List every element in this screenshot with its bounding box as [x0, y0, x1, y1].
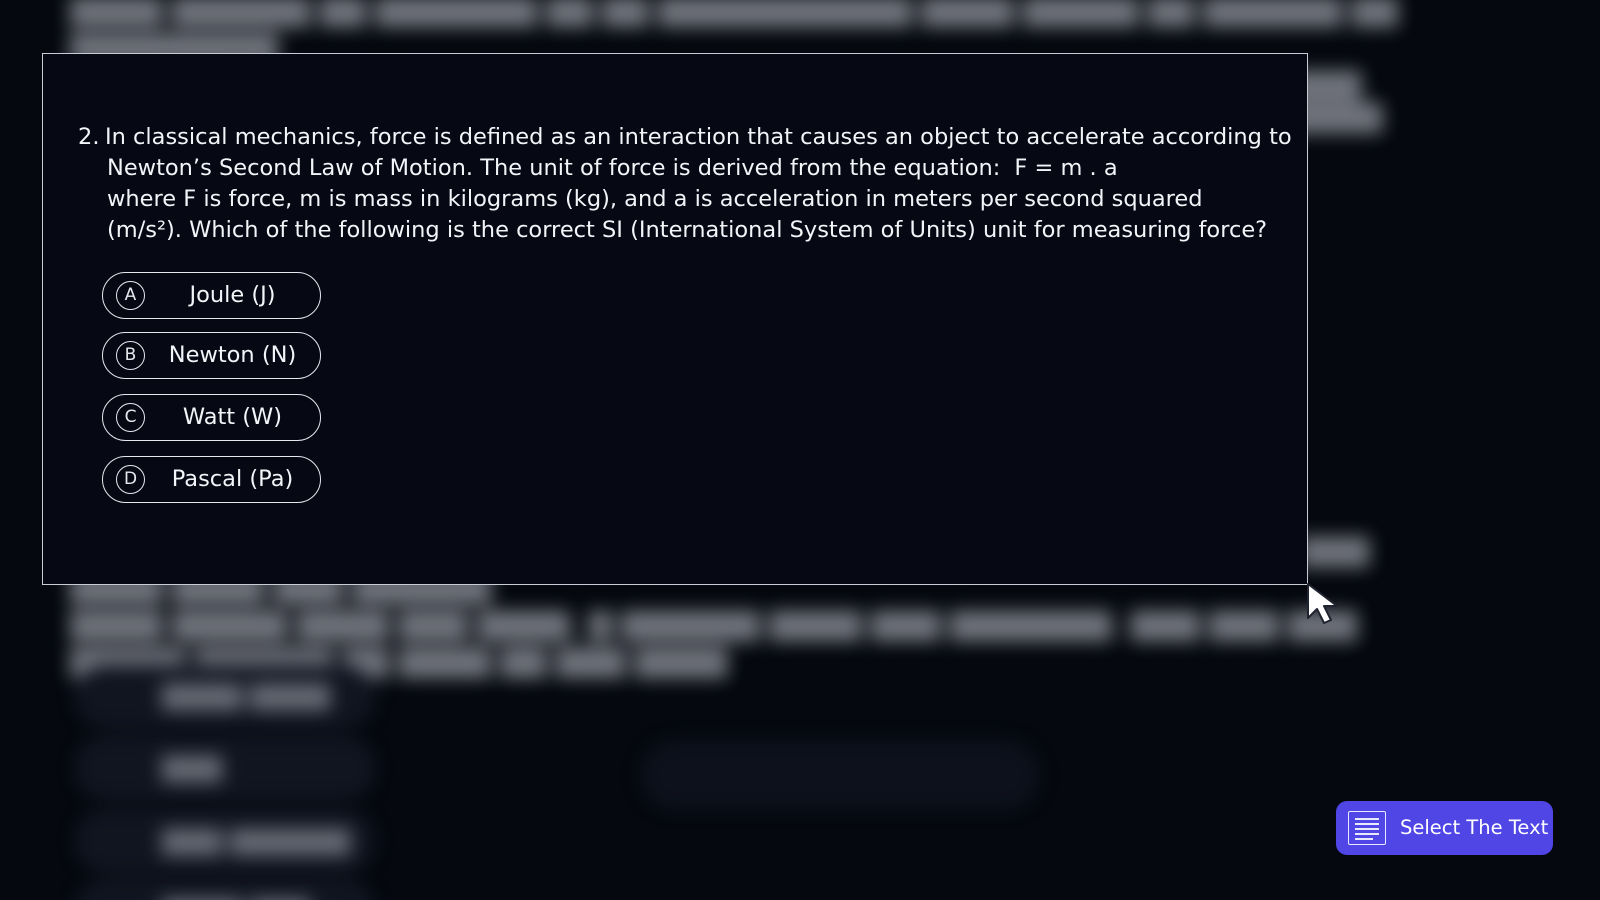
option-label: Watt (W) — [182, 404, 283, 430]
option-a[interactable]: A Joule (J) — [102, 272, 321, 319]
question-line: In classical mechanics, force is defined… — [105, 124, 1292, 150]
blurred-option: ▇▇▇▇ ▇▇▇ — [75, 880, 375, 900]
option-d[interactable]: D Pascal (Pa) — [102, 456, 321, 503]
blurred-option: ▇▇▇▇ ▇▇▇▇ — [75, 665, 375, 727]
select-text-label: Select The Text — [1400, 816, 1549, 839]
option-label: Newton (N) — [168, 342, 297, 368]
mouse-pointer-icon — [1307, 583, 1338, 624]
text-lines-icon — [1348, 811, 1386, 845]
blurred-element — [640, 740, 1040, 810]
option-letter-circle: A — [116, 281, 145, 310]
select-text-button[interactable]: Select The Text — [1336, 801, 1553, 855]
formula: F = m . a — [1014, 155, 1118, 181]
blurred-option: ▇▇▇ ▇▇▇▇▇▇ — [75, 810, 375, 872]
option-label: Joule (J) — [189, 282, 276, 308]
question-line: (m/s²). Which of the following is the co… — [107, 217, 1268, 243]
question-line-text: Newton’s Second Law of Motion. The unit … — [107, 155, 1001, 181]
option-letter-circle: B — [116, 341, 145, 370]
option-b[interactable]: B Newton (N) — [102, 332, 321, 379]
screen: ▇▇▇▇ ▇▇▇▇▇▇ ▇▇ ▇▇▇▇▇▇▇ ▇▇ ▇▇ ▇▇▇▇▇▇▇▇▇▇▇… — [0, 0, 1600, 900]
question-line: Newton’s Second Law of Motion. The unit … — [107, 153, 1118, 184]
option-c[interactable]: C Watt (W) — [102, 394, 321, 441]
option-letter-circle: C — [116, 403, 145, 432]
option-letter-circle: D — [116, 465, 145, 494]
question-line: where F is force, m is mass in kilograms… — [107, 186, 1203, 212]
question-number: 2. — [78, 124, 100, 150]
option-label: Pascal (Pa) — [171, 466, 294, 492]
blurred-option: ▇▇▇ ▇▇▇▇▇▇▇▇ — [75, 737, 375, 841]
question-panel[interactable]: 2. In classical mechanics, force is defi… — [42, 53, 1308, 585]
